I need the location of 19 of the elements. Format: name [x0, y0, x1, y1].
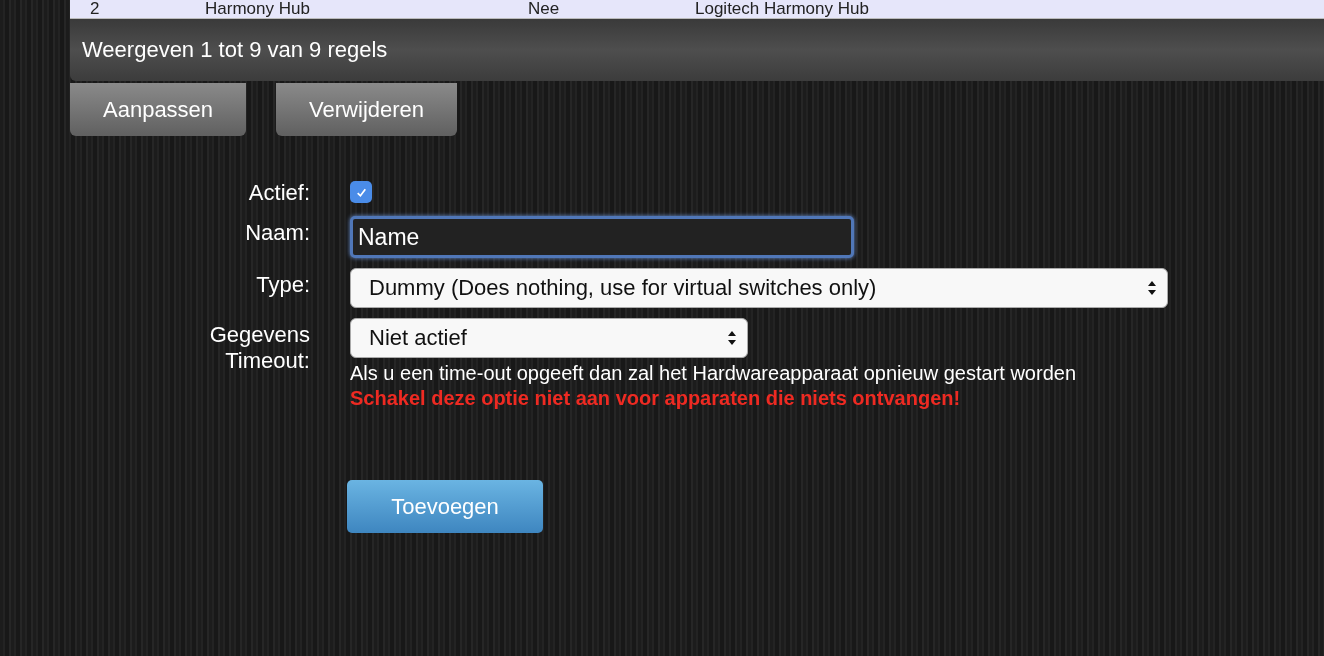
field-label: Naam: [244, 219, 310, 246]
table-cell: Logitech Harmony Hub [695, 0, 869, 18]
checkbox[interactable] [350, 181, 372, 203]
field-label: Type: [255, 271, 310, 298]
warning-text: Schakel deze optie niet aan voor apparaten die niets ontvangen! [350, 387, 962, 410]
updown-icon [727, 330, 737, 346]
timeout-dropdown[interactable]: Niet actief [350, 318, 748, 358]
row-count-text: Weergeven 1 tot 9 van 9 regels [82, 37, 388, 63]
field-label: Gegevens Timeout: [208, 321, 310, 374]
action-button[interactable]: Aanpassen [70, 83, 247, 136]
name-field[interactable]: Name [350, 216, 854, 258]
updown-icon [1147, 280, 1157, 296]
table-cell: Harmony Hub [205, 0, 310, 18]
table-cell: Nee [528, 0, 560, 18]
field-label: Actief: [247, 179, 310, 206]
type-dropdown[interactable]: Dummy (Does nothing, use for virtual switches only) [350, 268, 1168, 308]
hint-text: Als u een time-out opgeeft dan zal het Hardwareapparaat opnieuw gestart worden [350, 362, 1077, 385]
table-cell: 2 [90, 0, 100, 18]
action-button[interactable]: Verwijderen [276, 83, 458, 136]
